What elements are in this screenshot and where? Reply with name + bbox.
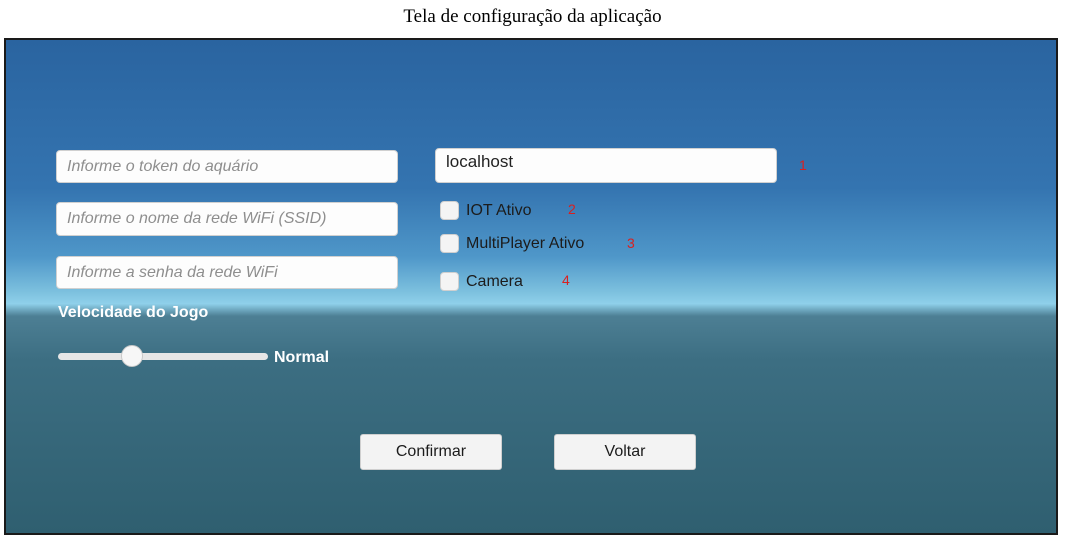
camera-checkbox-label: Camera bbox=[466, 272, 523, 290]
camera-checkbox-row[interactable]: Camera bbox=[440, 272, 523, 291]
annotation-marker-1: 1 bbox=[799, 157, 807, 173]
back-button[interactable]: Voltar bbox=[554, 434, 696, 470]
multiplayer-checkbox[interactable] bbox=[440, 234, 459, 253]
host-input[interactable]: localhost bbox=[435, 148, 777, 183]
iot-checkbox-row[interactable]: IOT Ativo bbox=[440, 201, 532, 220]
annotation-marker-3: 3 bbox=[627, 235, 635, 251]
ssid-input[interactable]: Informe o nome da rede WiFi (SSID) bbox=[56, 202, 398, 236]
multiplayer-checkbox-label: MultiPlayer Ativo bbox=[466, 234, 585, 252]
app-screen: Informe o token do aquário Informe o nom… bbox=[4, 38, 1058, 535]
wifi-password-input[interactable]: Informe a senha da rede WiFi bbox=[56, 256, 398, 289]
annotation-marker-4: 4 bbox=[562, 272, 570, 288]
camera-checkbox[interactable] bbox=[440, 272, 459, 291]
iot-checkbox-label: IOT Ativo bbox=[466, 201, 532, 219]
token-input[interactable]: Informe o token do aquário bbox=[56, 150, 398, 183]
speed-slider-handle[interactable] bbox=[120, 345, 143, 367]
figure-caption: Tela de configuração da aplicação bbox=[403, 6, 662, 27]
iot-checkbox[interactable] bbox=[440, 201, 459, 220]
annotation-marker-2: 2 bbox=[568, 201, 576, 217]
multiplayer-checkbox-row[interactable]: MultiPlayer Ativo bbox=[440, 234, 584, 253]
speed-slider-track[interactable] bbox=[58, 353, 268, 360]
speed-label: Velocidade do Jogo bbox=[58, 304, 209, 321]
speed-value-label: Normal bbox=[274, 349, 330, 366]
confirm-button[interactable]: Confirmar bbox=[360, 434, 502, 470]
